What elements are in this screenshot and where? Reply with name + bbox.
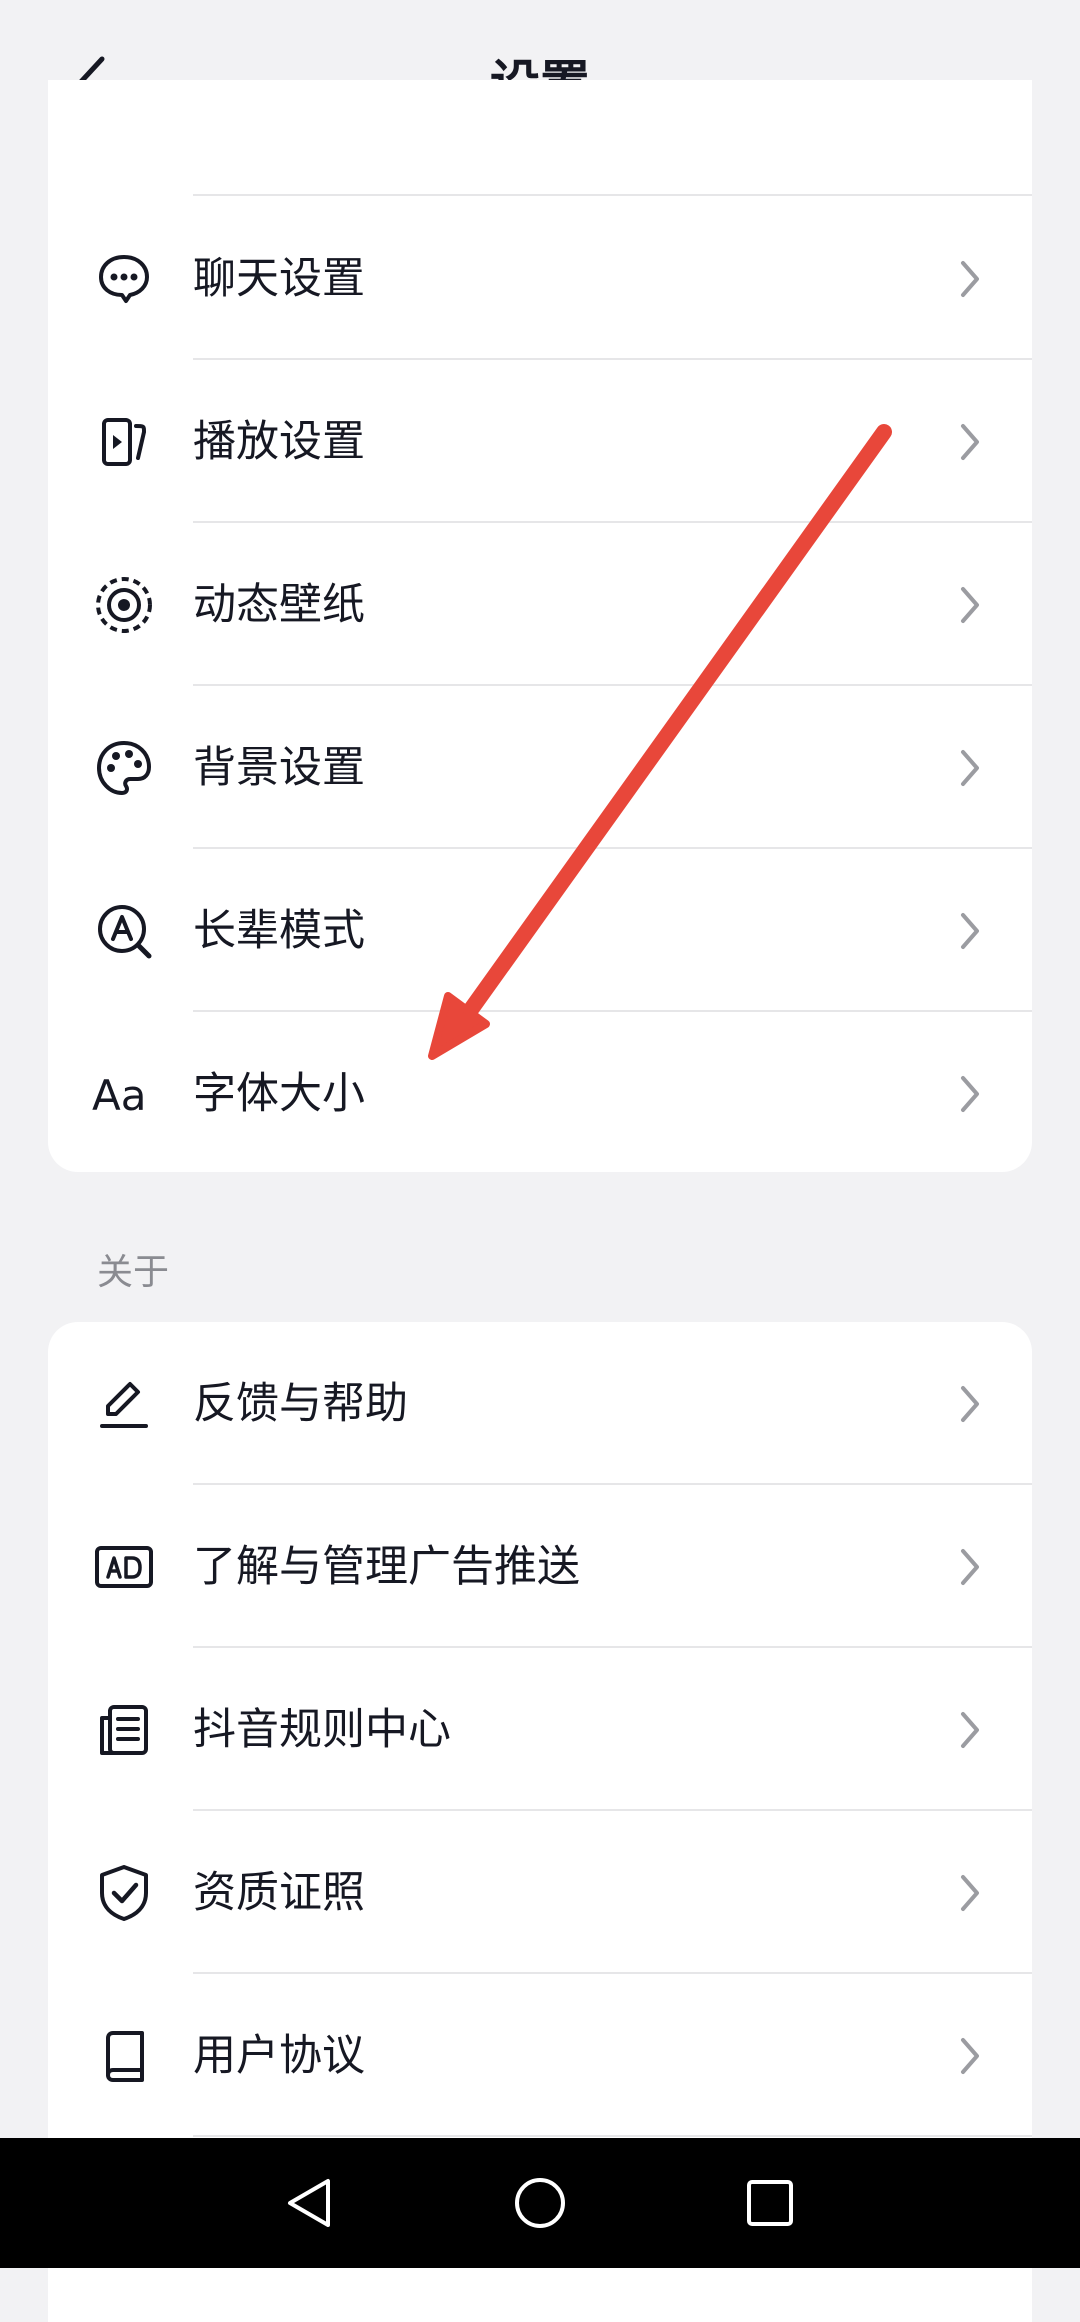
play-settings-icon bbox=[92, 410, 156, 474]
triangle-back-icon bbox=[288, 2179, 330, 2227]
settings-item-font-size[interactable]: Aa 字体大小 bbox=[48, 1012, 1032, 1172]
chat-bubble-icon bbox=[92, 247, 156, 311]
svg-text:Aa: Aa bbox=[92, 1071, 146, 1120]
chevron-right-icon bbox=[948, 909, 992, 953]
elder-mode-icon bbox=[92, 899, 156, 963]
settings-item-background[interactable]: 背景设置 bbox=[48, 686, 1032, 849]
settings-item-label: 聊天设置 bbox=[193, 253, 365, 304]
settings-item-label: 资质证照 bbox=[193, 1867, 365, 1918]
nav-home-button[interactable] bbox=[495, 2158, 585, 2248]
settings-item-label: 反馈与帮助 bbox=[193, 1378, 408, 1429]
chevron-right-icon bbox=[948, 746, 992, 790]
settings-item-label: 抖音规则中心 bbox=[193, 1704, 451, 1755]
settings-item-label: 了解与管理广告推送 bbox=[193, 1541, 580, 1592]
settings-item-rules-center[interactable]: 抖音规则中心 bbox=[48, 1648, 1032, 1811]
chevron-right-icon bbox=[948, 420, 992, 464]
settings-item-label: 动态壁纸 bbox=[193, 579, 365, 630]
settings-item-feedback[interactable]: 反馈与帮助 bbox=[48, 1322, 1032, 1485]
pencil-icon bbox=[92, 1372, 156, 1436]
chevron-right-icon bbox=[948, 2034, 992, 2078]
settings-item-label: 字体大小 bbox=[193, 1068, 365, 1119]
settings-item-chat[interactable]: 聊天设置 bbox=[48, 197, 1032, 360]
system-nav-bar bbox=[0, 2138, 1080, 2268]
ad-icon bbox=[92, 1535, 156, 1599]
chevron-right-icon bbox=[948, 583, 992, 627]
chevron-right-icon bbox=[948, 1871, 992, 1915]
circle-home-icon bbox=[515, 2178, 565, 2228]
settings-item-playback[interactable]: 播放设置 bbox=[48, 360, 1032, 523]
chevron-right-icon bbox=[948, 1708, 992, 1752]
nav-recents-button[interactable] bbox=[725, 2158, 815, 2248]
settings-group-general: 聊天设置 播放设置 动态壁纸 背景设置 长辈模式 Aa 字体大小 bbox=[48, 80, 1032, 1172]
chevron-right-icon bbox=[948, 257, 992, 301]
chevron-right-icon bbox=[948, 1382, 992, 1426]
font-size-icon: Aa bbox=[92, 1062, 156, 1126]
settings-item-user-agreement[interactable]: 用户协议 bbox=[48, 1974, 1032, 2137]
divider bbox=[193, 2135, 1032, 2137]
chevron-right-icon bbox=[948, 1072, 992, 1116]
settings-item-label: 用户协议 bbox=[193, 2030, 365, 2081]
shield-check-icon bbox=[92, 1861, 156, 1925]
settings-item-label: 播放设置 bbox=[193, 416, 365, 467]
settings-item-qualifications[interactable]: 资质证照 bbox=[48, 1811, 1032, 1974]
settings-item-live-wallpaper[interactable]: 动态壁纸 bbox=[48, 523, 1032, 686]
live-wallpaper-icon bbox=[92, 573, 156, 637]
palette-icon bbox=[92, 736, 156, 800]
chevron-right-icon bbox=[948, 1545, 992, 1589]
settings-item-elder-mode[interactable]: 长辈模式 bbox=[48, 849, 1032, 1012]
section-title-about: 关于 bbox=[97, 1252, 170, 1293]
book-icon bbox=[92, 2024, 156, 2088]
square-recents-icon bbox=[747, 2180, 793, 2226]
settings-item-label: 背景设置 bbox=[193, 742, 365, 793]
rules-doc-icon bbox=[92, 1698, 156, 1762]
settings-item-label: 长辈模式 bbox=[193, 905, 365, 956]
settings-item-ad-management[interactable]: 了解与管理广告推送 bbox=[48, 1485, 1032, 1648]
divider bbox=[193, 194, 1032, 196]
nav-back-button[interactable] bbox=[265, 2158, 355, 2248]
